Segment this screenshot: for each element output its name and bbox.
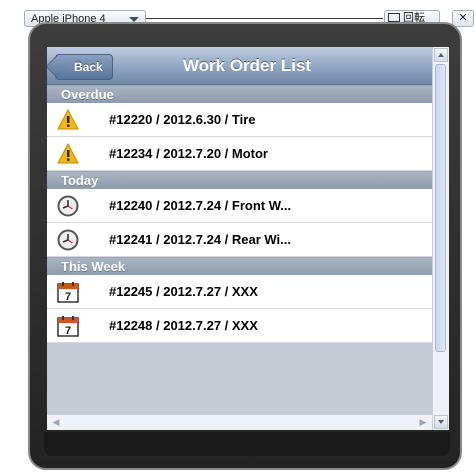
- back-button-label: Back: [74, 60, 103, 74]
- list-item[interactable]: #12241 / 2012.7.24 / Rear Wi...: [47, 223, 432, 257]
- work-order-text: #12245 / 2012.7.27 / XXX: [109, 284, 258, 299]
- work-order-text: #12241 / 2012.7.24 / Rear Wi...: [109, 232, 292, 247]
- close-button[interactable]: ✕: [452, 10, 474, 27]
- warning-icon: [57, 143, 79, 164]
- work-order-text: #12240 / 2012.7.24 / Front W...: [109, 198, 292, 213]
- list-item[interactable]: #12220 / 2012.6.30 / Tire: [47, 103, 432, 137]
- list-item[interactable]: 7 #12248 / 2012.7.27 / XXX: [47, 309, 432, 343]
- section-header-today: Today: [47, 171, 432, 189]
- scroll-up-button[interactable]: [434, 48, 448, 62]
- list-item[interactable]: #12234 / 2012.7.20 / Motor: [47, 137, 432, 171]
- scroll-left-button[interactable]: ◀: [50, 416, 62, 428]
- toolbar-divider: [146, 18, 383, 19]
- scroll-right-button[interactable]: ▶: [417, 416, 429, 428]
- rotate-icon: [388, 13, 400, 22]
- phone-bottom-bezel: [44, 432, 450, 456]
- warning-icon: [57, 109, 79, 130]
- vertical-scrollbar[interactable]: [432, 47, 449, 430]
- calendar-icon: 7: [57, 282, 79, 303]
- scroll-down-button[interactable]: [434, 415, 448, 429]
- navigation-bar: Back Work Order List: [47, 47, 432, 85]
- work-order-text: #12234 / 2012.7.20 / Motor: [109, 146, 268, 161]
- back-button[interactable]: Back: [55, 54, 113, 80]
- work-order-list: Overdue #12220 / 2012.6.30 / Tire #12234…: [47, 85, 432, 343]
- page-title: Work Order List: [182, 56, 312, 75]
- scroll-thumb[interactable]: [435, 64, 446, 352]
- horizontal-scrollbar[interactable]: ◀ ▶: [47, 414, 432, 430]
- device-screen: Back Work Order List Overdue #12220 / 20…: [47, 47, 449, 430]
- list-item[interactable]: 7 #12245 / 2012.7.27 / XXX: [47, 275, 432, 309]
- calendar-day: 7: [65, 291, 71, 303]
- clock-icon: [57, 195, 79, 217]
- section-header-overdue: Overdue: [47, 85, 432, 103]
- calendar-day: 7: [65, 325, 71, 337]
- list-item[interactable]: #12240 / 2012.7.24 / Front W...: [47, 189, 432, 223]
- close-icon: ✕: [458, 12, 468, 24]
- work-order-text: #12220 / 2012.6.30 / Tire: [109, 112, 256, 127]
- section-header-this-week: This Week: [47, 257, 432, 275]
- clock-icon: [57, 229, 79, 251]
- work-order-text: #12248 / 2012.7.27 / XXX: [109, 318, 258, 333]
- calendar-icon: 7: [57, 316, 79, 337]
